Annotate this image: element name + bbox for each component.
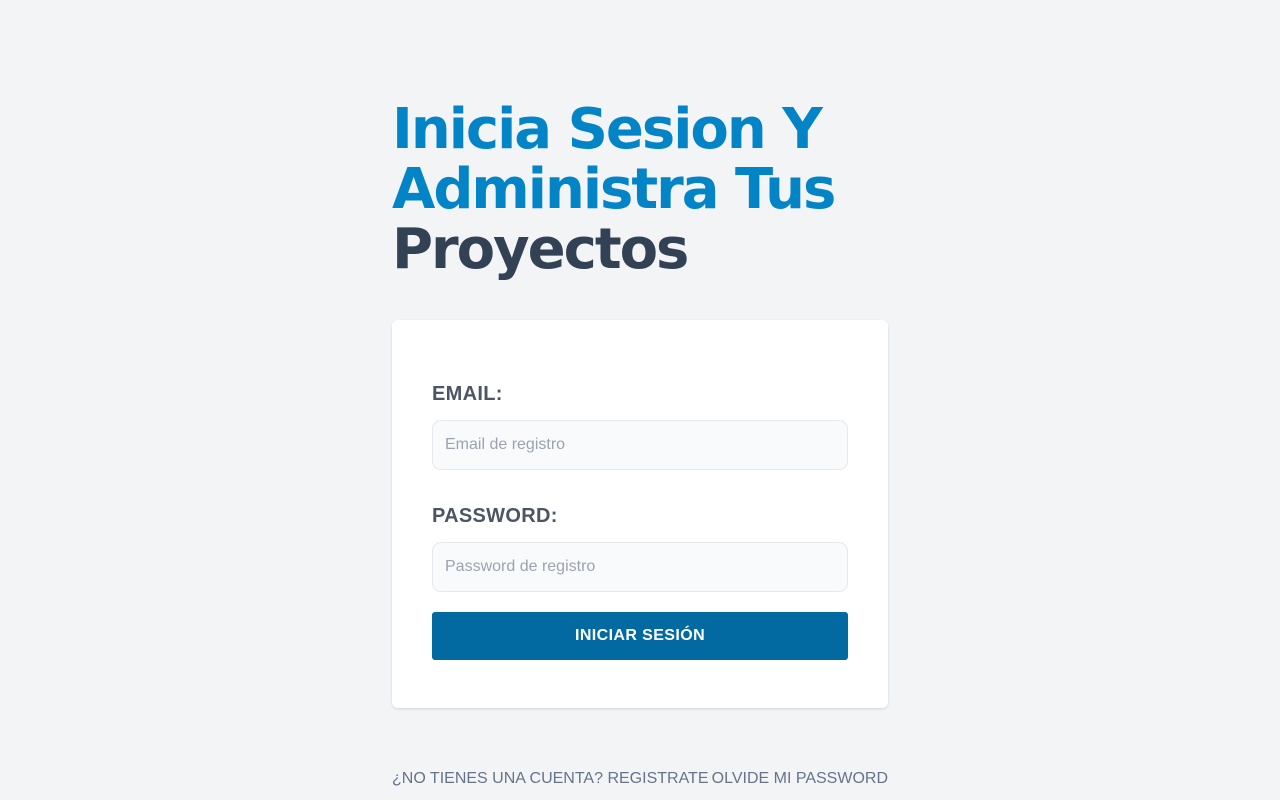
password-label: PASSWORD:	[432, 505, 558, 527]
email-label: EMAIL:	[432, 383, 503, 405]
forgot-password-link[interactable]: OLVIDE MI PASSWORD	[712, 769, 888, 789]
title-line-1: Inicia Sesion Y	[392, 97, 823, 162]
email-field[interactable]	[432, 420, 848, 470]
title-line-2: Administra Tus	[392, 157, 836, 222]
login-form: EMAIL: PASSWORD: INICIAR SESIÓN	[392, 320, 888, 708]
footer-links: ¿NO TIENES UNA CUENTA? REGISTRATE OLVIDE…	[392, 769, 888, 789]
password-field[interactable]	[432, 542, 848, 592]
page-title: Inicia Sesion Y Administra Tus Proyectos	[392, 100, 888, 280]
title-line-3: Proyectos	[392, 217, 689, 282]
hero: Inicia Sesion Y Administra Tus Proyectos	[392, 100, 888, 280]
login-button[interactable]: INICIAR SESIÓN	[432, 612, 848, 660]
register-link[interactable]: ¿NO TIENES UNA CUENTA? REGISTRATE	[392, 769, 709, 789]
